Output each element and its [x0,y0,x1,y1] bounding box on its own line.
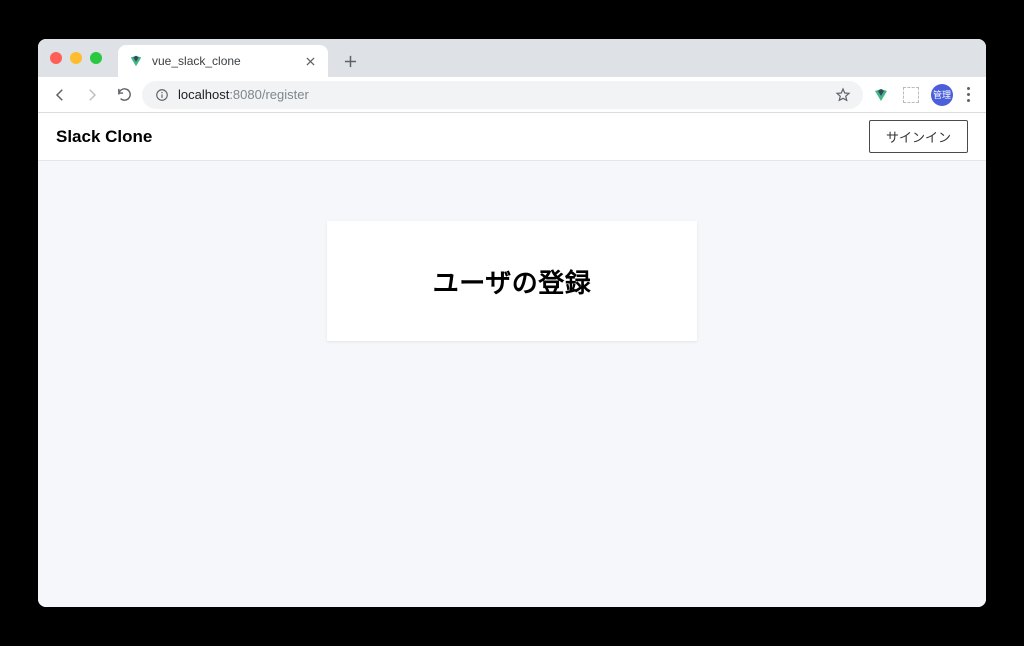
url-path: /register [262,87,309,102]
app-title: Slack Clone [56,127,152,147]
url-field[interactable]: localhost:8080/register [142,81,863,109]
app-body: ユーザの登録 [38,161,986,607]
extension-placeholder-icon[interactable] [901,85,921,105]
url-port: :8080 [229,87,262,102]
register-card: ユーザの登録 [327,221,697,341]
window-maximize-button[interactable] [90,52,102,64]
bookmark-star-icon[interactable] [835,87,851,103]
forward-button[interactable] [78,81,106,109]
tab-title: vue_slack_clone [152,54,294,68]
url-text: localhost:8080/register [178,87,827,102]
app-header: Slack Clone サインイン [38,113,986,161]
browser-tab[interactable]: vue_slack_clone [118,45,328,77]
vue-favicon-icon [128,53,144,69]
reload-button[interactable] [110,81,138,109]
page-content: Slack Clone サインイン ユーザの登録 [38,113,986,607]
profile-avatar[interactable]: 管理 [931,84,953,106]
register-heading: ユーザの登録 [433,263,591,300]
vue-extension-icon[interactable] [871,85,891,105]
browser-tab-bar: vue_slack_clone [38,39,986,77]
browser-window: vue_slack_clone localhost:8080/register [38,39,986,607]
window-minimize-button[interactable] [70,52,82,64]
browser-address-bar: localhost:8080/register 管理 [38,77,986,113]
browser-toolbar-icons: 管理 [867,83,978,106]
new-tab-button[interactable] [336,47,364,75]
back-button[interactable] [46,81,74,109]
site-info-icon[interactable] [154,87,170,103]
window-controls [50,52,102,64]
browser-menu-button[interactable] [963,83,974,106]
tab-close-icon[interactable] [302,53,318,69]
url-host: localhost [178,87,229,102]
window-close-button[interactable] [50,52,62,64]
signin-button[interactable]: サインイン [869,120,968,153]
